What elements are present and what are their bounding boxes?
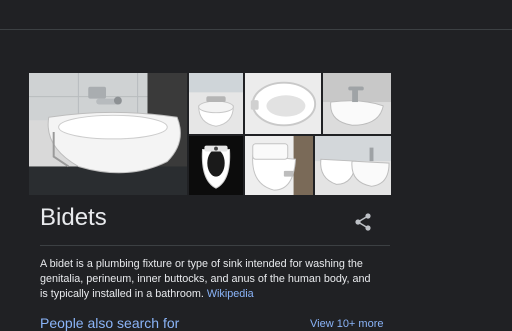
title-divider [40,245,390,246]
view-more-link[interactable]: View 10+ more [310,318,383,330]
people-also-search-heading: People also search for [40,315,180,331]
gallery-image-7[interactable] [314,135,392,196]
gallery-image-main[interactable] [28,72,188,196]
wikipedia-link[interactable]: Wikipedia [207,288,254,300]
gallery-image-5[interactable] [188,135,244,196]
entity-description: A bidet is a plumbing fixture or type of… [40,257,380,302]
description-text: A bidet is a plumbing fixture or type of… [40,258,371,300]
image-gallery [28,72,392,196]
gallery-image-6[interactable] [244,135,314,196]
gallery-image-3[interactable] [244,72,322,135]
gallery-image-4[interactable] [322,72,392,135]
header-divider [0,29,512,30]
gallery-image-2[interactable] [188,72,244,135]
entity-title: Bidets [40,204,107,231]
share-icon[interactable] [353,212,373,232]
